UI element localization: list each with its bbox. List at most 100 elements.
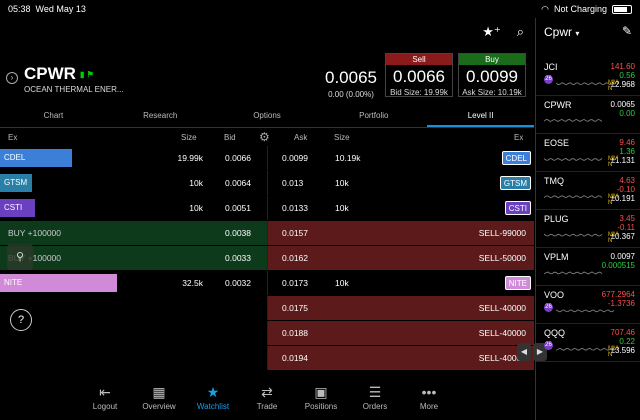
nav-orders[interactable]: ☰ Orders: [348, 380, 402, 420]
ask-size-cell: 10k: [335, 278, 349, 288]
scroll-left-icon[interactable]: ◀: [517, 343, 531, 361]
tab-level-ii[interactable]: Level II: [427, 106, 534, 127]
search-icon[interactable]: ⌕: [517, 24, 524, 40]
book-row[interactable]: CDEL 19.99k 0.0066 0.0099 10.19k CDEL: [0, 146, 534, 170]
ask-market-maker: CSTI: [504, 201, 531, 215]
ask-order-label: SELL-40000: [478, 303, 526, 313]
watch-price: 4.63: [619, 176, 635, 185]
book-row[interactable]: 0.0175 SELL-40000: [0, 296, 534, 320]
ask-side: 0.0175 SELL-40000: [267, 296, 534, 320]
add-watchlist-icon[interactable]: ★⁺: [482, 24, 501, 40]
bid-side: GTSM 10k 0.0064: [0, 171, 267, 195]
nav-label: Trade: [256, 402, 278, 411]
book-column-headers: Ex Size Bid ⚙ Ask Size Ex: [0, 128, 534, 146]
chevron-right-icon[interactable]: ›: [6, 72, 18, 84]
mm-icon: MM N: [608, 232, 618, 244]
watch-price: 9.46: [619, 138, 635, 147]
ask-side: 0.0188 SELL-40000: [267, 321, 534, 345]
ask-market-maker: CDEL: [501, 151, 531, 165]
symbol: CPWR: [24, 64, 76, 83]
more-icon: •••: [421, 384, 437, 400]
last-price: 0.0065: [325, 68, 377, 87]
bid-price-cell: 0.0032: [225, 278, 251, 288]
book-row[interactable]: GTSM 10k 0.0064 0.013 10k GTSM: [0, 171, 534, 195]
company-name: OCEAN THERMAL ENER...: [24, 85, 124, 94]
book-row[interactable]: BUY +100000 0.0038 0.0157 SELL-99000: [0, 221, 534, 245]
ask-order-label: SELL-50000: [478, 253, 526, 263]
watch-change: -0.10: [616, 185, 635, 194]
tool-icon[interactable]: ⚲: [7, 244, 33, 270]
watch-price: 707.46: [610, 328, 635, 337]
watchlist-selector[interactable]: Cpwr ▾: [544, 25, 579, 39]
book-row[interactable]: 0.0188 SELL-40000: [0, 321, 534, 345]
sparkline: [556, 82, 615, 86]
bottom-navigation: ⇤ Logout ▦ Overview ★ Watchlist ⇄ Trade ▣ Positio…: [0, 380, 534, 420]
watch-symbol: VPLM: [544, 252, 569, 262]
watchlist-item[interactable]: JCI 141.60 0.56 ±2.968 26 MM N: [536, 58, 640, 96]
nav-watchlist[interactable]: ★ Watchlist: [186, 380, 240, 420]
watchlist-panel: Cpwr ▾ ✎ JCI 141.60 0.56 ±2.968 26 MM N CPWR 0.…: [535, 18, 640, 420]
bid-side: NITE 32.5k 0.0032: [0, 271, 267, 295]
ask-price-cell: 0.0188: [282, 328, 308, 338]
bid-price-cell: 0.0051: [225, 203, 251, 213]
edit-icon[interactable]: ✎: [622, 24, 632, 38]
ask-side: 0.0157 SELL-99000: [267, 221, 534, 245]
watch-price: 0.0097: [610, 252, 635, 261]
book-row[interactable]: NITE 32.5k 0.0032 0.0173 10k NITE: [0, 271, 534, 295]
nav-positions[interactable]: ▣ Positions: [294, 380, 348, 420]
bid-price-cell: 0.0038: [225, 228, 251, 238]
ask-side: 0.0133 10k CSTI: [267, 196, 534, 220]
sell-label: Sell: [386, 54, 452, 65]
bid-size-cell: 32.5k: [182, 278, 203, 288]
bid-market-maker: NITE: [0, 274, 117, 292]
col-bid: Bid: [224, 133, 236, 142]
watch-symbol: CPWR: [544, 100, 572, 110]
nav-overview[interactable]: ▦ Overview: [132, 380, 186, 420]
ask-order-label: SELL-40000: [478, 328, 526, 338]
col-size-right: Size: [334, 133, 350, 142]
status-bar: 05:38 Wed May 13 ◠ Not Charging: [0, 0, 640, 18]
earnings-badge: 26: [544, 75, 553, 84]
col-size-left: Size: [181, 133, 197, 142]
watch-price: 0.0065: [610, 100, 635, 109]
book-row[interactable]: 0.0194 SELL-40000: [0, 346, 534, 370]
watchlist-item[interactable]: PLUG 3.45 -0.11 ±0.367 MM N: [536, 210, 640, 248]
watchlist-item[interactable]: VPLM 0.0097 0.000515: [536, 248, 640, 286]
col-ex-right: Ex: [514, 133, 524, 142]
watch-change: 0.000515: [601, 261, 635, 270]
tab-research[interactable]: Research: [107, 106, 214, 127]
watchlist-item[interactable]: CPWR 0.0065 0.00: [536, 96, 640, 134]
ask-size-cell: 10k: [335, 178, 349, 188]
book-row[interactable]: BUY +100000 0.0033 0.0162 SELL-50000: [0, 246, 534, 270]
ask-size-cell: 10k: [335, 203, 349, 213]
ask-size-cell: 10.19k: [335, 153, 361, 163]
status-time: 05:38: [8, 4, 31, 14]
bid-price-cell: 0.0033: [225, 253, 251, 263]
ask-side: 0.0099 10.19k CDEL: [267, 146, 534, 170]
help-icon[interactable]: ?: [10, 309, 32, 331]
ask-side: 0.0194 SELL-40000: [267, 346, 534, 370]
gear-icon[interactable]: ⚙: [259, 130, 270, 144]
tab-options[interactable]: Options: [214, 106, 321, 127]
bid-size-cell: 10k: [189, 178, 203, 188]
tab-chart[interactable]: Chart: [0, 106, 107, 127]
bid-side: CDEL 19.99k 0.0066: [0, 146, 267, 170]
nav-more[interactable]: ••• More: [402, 380, 456, 420]
buy-button[interactable]: Buy 0.0099 Ask Size: 10.19k: [458, 53, 526, 97]
flag-icons: ▮ ⚑: [79, 70, 94, 80]
watchlist-item[interactable]: VOO 677.2964 -1.3736 26: [536, 286, 640, 324]
nav-label: Overview: [142, 402, 176, 411]
sell-button[interactable]: Sell 0.0066 Bid Size: 19.99k: [385, 53, 453, 97]
sparkline: [544, 157, 603, 161]
watchlist-item[interactable]: QQQ 707.46 0.22 ±3.596 26 MM N: [536, 324, 640, 362]
watchlist-item[interactable]: TMQ 4.63 -0.10 ±0.191 MM N: [536, 172, 640, 210]
watch-symbol: EOSE: [544, 138, 570, 148]
nav-trade[interactable]: ⇄ Trade: [240, 380, 294, 420]
watchlist-item[interactable]: EOSE 9.46 1.36 ±1.131 MM N: [536, 134, 640, 172]
tab-portfolio[interactable]: Portfolio: [320, 106, 427, 127]
book-row[interactable]: CSTI 10k 0.0051 0.0133 10k CSTI: [0, 196, 534, 220]
nav-logout[interactable]: ⇤ Logout: [78, 380, 132, 420]
bid-side: [0, 321, 267, 345]
bid-side: BUY +100000 0.0033: [0, 246, 267, 270]
ask-market-maker: GTSM: [499, 176, 531, 190]
